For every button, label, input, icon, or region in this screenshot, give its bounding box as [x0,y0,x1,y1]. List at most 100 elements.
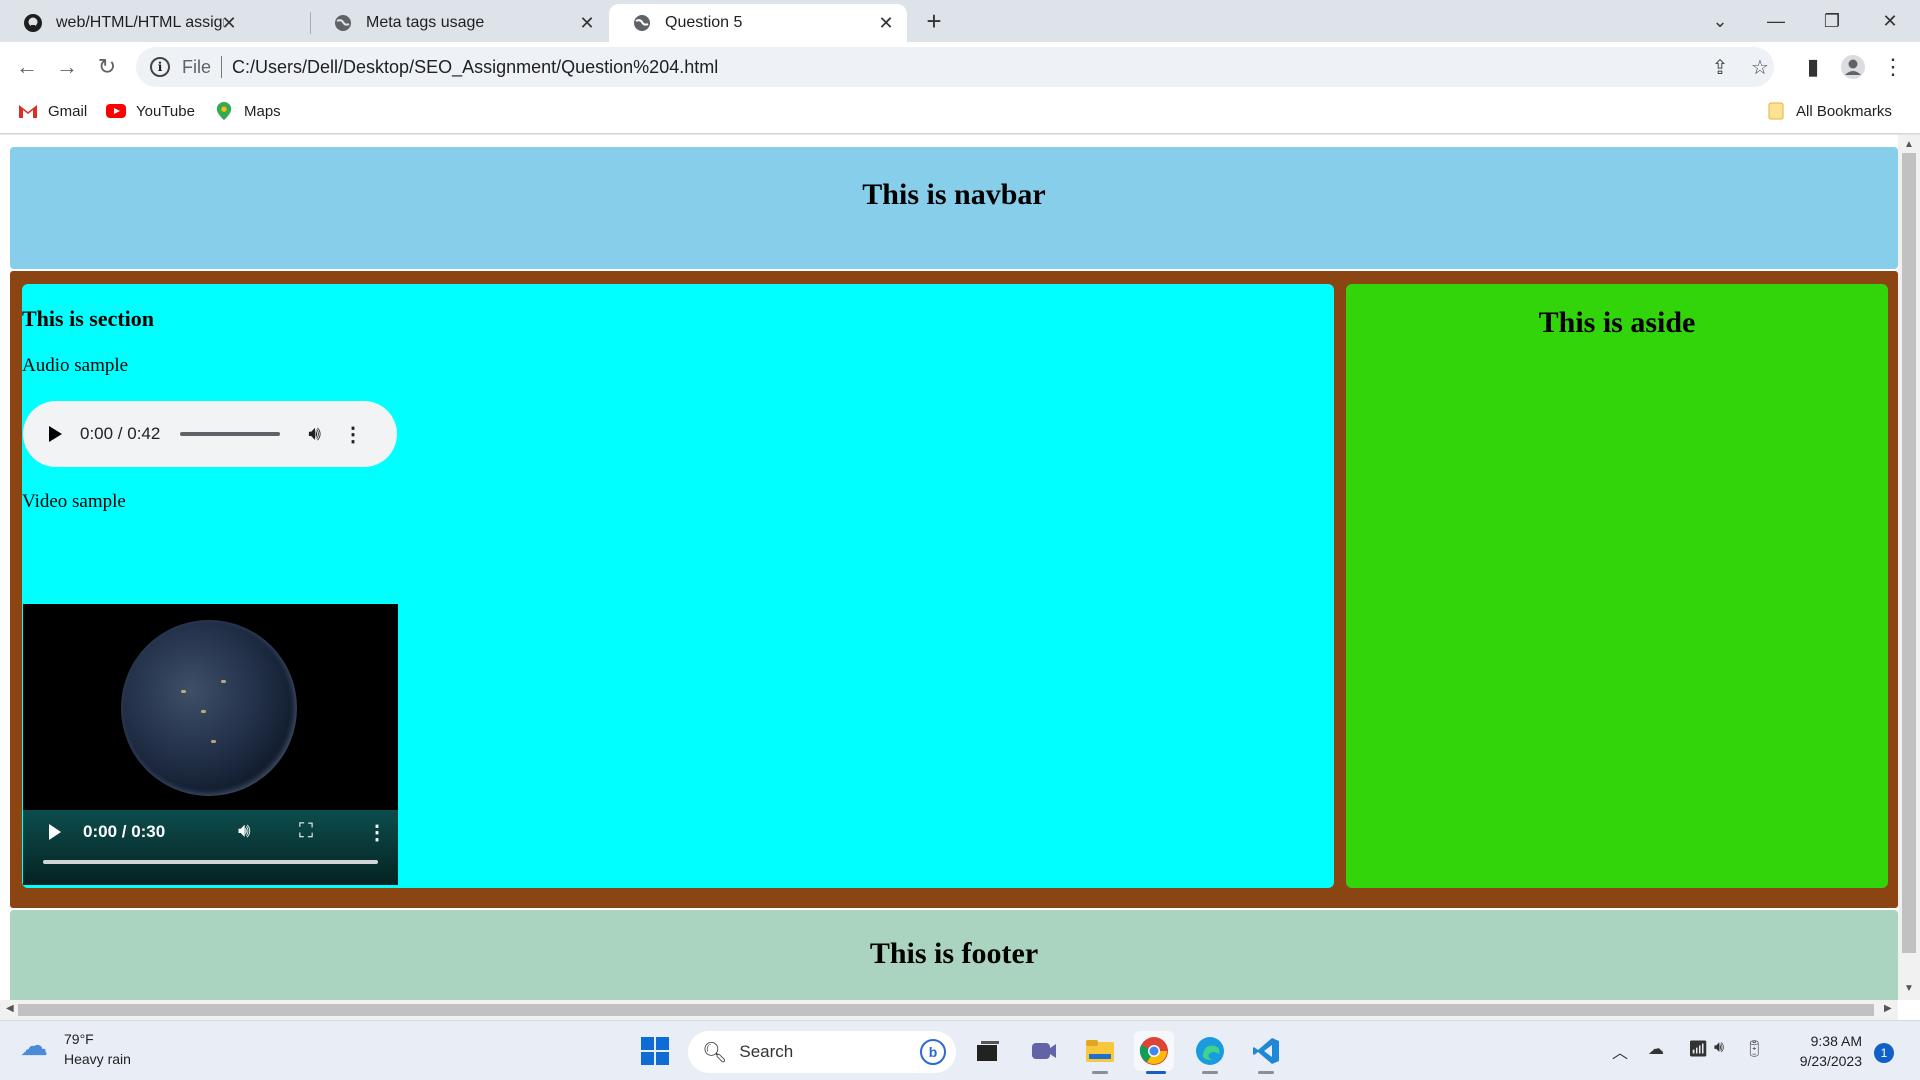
url-text[interactable]: C:/Users/Dell/Desktop/SEO_Assignment/Que… [232,57,718,78]
scroll-up-arrow[interactable]: ▲ [1904,139,1914,150]
side-panel-icon[interactable]: ▮ [1798,52,1828,82]
info-icon[interactable]: i [150,57,170,77]
address-bar[interactable]: i File C:/Users/Dell/Desktop/SEO_Assignm… [136,47,1774,87]
video-label: Video sample [22,491,126,512]
gmail-icon [19,105,37,118]
chrome-icon[interactable] [1134,1031,1174,1071]
city-lights [211,740,216,743]
page-viewport: This is navbar This is section Audio sam… [0,135,1920,1020]
video-player[interactable]: 0:00 / 0:30 🔊︎ ⛶ ⋮ [23,604,398,885]
system-clock[interactable]: 9:38 AM 9/23/2023 [1786,1031,1862,1071]
close-icon[interactable]: ✕ [576,12,598,34]
bookmark-youtube[interactable]: YouTube [106,102,195,120]
edge-icon[interactable] [1190,1031,1230,1071]
audio-seek-bar[interactable] [180,432,281,436]
bookmark-maps[interactable]: Maps [214,102,281,120]
city-lights [201,710,206,713]
aside: This is aside [1346,284,1888,888]
aside-heading: This is aside [1538,306,1696,339]
tab-strip: web/HTML/HTML assignments/M ✕ Meta tags … [0,0,1920,42]
restore-button[interactable]: ❐ [1804,4,1860,38]
city-lights [181,690,186,693]
vscode-icon[interactable] [1246,1031,1286,1071]
navbar: This is navbar [10,147,1898,269]
battery-icon[interactable]: 🔋︎ [1744,1039,1764,1059]
scroll-thumb[interactable] [18,1004,1874,1016]
maps-icon [216,102,232,120]
browser-toolbar: ← → ↻ i File C:/Users/Dell/Desktop/SEO_A… [0,42,1920,92]
active-indicator [1146,1071,1166,1074]
weather-condition: Heavy rain [64,1051,131,1067]
share-icon[interactable]: ⇪ [1708,56,1732,80]
weather-widget[interactable]: ☁︎ 79°F Heavy rain [20,1029,131,1069]
minimize-button[interactable]: — [1748,4,1804,38]
search-icon: 🔍︎ [702,1041,728,1064]
menu-kebab-icon[interactable]: ⋮ [1878,52,1908,82]
divider [221,56,223,78]
taskbar-search[interactable]: 🔍︎ Search b [688,1031,956,1073]
volume-icon[interactable]: 🔊︎ [1714,1039,1724,1057]
vertical-scrollbar[interactable]: ▲ ▼ [1898,135,1920,1000]
section: This is section Audio sample 0:00 / 0:42… [22,284,1334,888]
bookmark-gmail[interactable]: Gmail [18,102,87,120]
audio-time: 0:00 / 0:42 [80,424,161,443]
task-view-icon[interactable] [968,1031,1008,1071]
more-options-icon[interactable]: ⋮ [367,820,387,845]
audio-label: Audio sample [22,355,129,376]
fullscreen-icon[interactable]: ⛶ [299,820,313,843]
reload-button[interactable]: ↻ [92,52,122,82]
close-icon[interactable]: ✕ [218,12,240,34]
all-bookmarks-folder[interactable]: All Bookmarks [1766,102,1892,120]
main-container: This is section Audio sample 0:00 / 0:42… [10,271,1898,908]
profile-avatar-icon[interactable] [1838,52,1868,82]
teams-chat-icon[interactable] [1024,1031,1064,1071]
scroll-down-arrow[interactable]: ▼ [1904,983,1914,994]
bookmark-star-icon[interactable]: ☆ [1748,56,1772,80]
windows-taskbar: ☁︎ 79°F Heavy rain 🔍︎ Search b ︿ ☁︎ 📶︎ 🔊… [0,1020,1920,1080]
notification-badge[interactable]: 1 [1874,1043,1894,1063]
running-indicator [1202,1071,1218,1074]
folder-icon [1768,102,1784,120]
play-icon[interactable] [49,426,62,442]
volume-icon[interactable]: 🔊︎ [238,820,251,843]
running-indicator [1092,1071,1108,1074]
tab-question-5[interactable]: Question 5 ✕ [609,4,907,42]
play-icon[interactable] [49,824,61,840]
youtube-icon [106,104,126,118]
new-tab-button[interactable]: + [920,8,948,36]
file-explorer-icon[interactable] [1080,1031,1120,1071]
video-seek-bar[interactable] [43,860,378,864]
earth-video-frame [121,620,297,796]
clock-time: 9:38 AM [1810,1033,1862,1049]
globe-icon [631,12,653,34]
github-icon [22,12,44,34]
footer-heading: This is footer [869,937,1039,970]
chevron-up-icon[interactable]: ︿ [1612,1039,1628,1063]
tab-search-icon[interactable]: ⌄ [1692,4,1748,38]
windows-start-icon[interactable] [635,1031,675,1071]
close-window-button[interactable]: ✕ [1862,4,1918,38]
back-button[interactable]: ← [12,52,42,82]
city-lights [221,680,226,683]
wifi-icon[interactable]: 📶︎ [1688,1039,1708,1059]
volume-icon[interactable]: 🔊︎ [308,423,321,446]
bookmarks-bar: Gmail YouTube Maps All Bookmarks [0,92,1920,134]
scroll-left-arrow[interactable]: ◀ [6,1003,14,1014]
rain-cloud-icon: ☁︎ [20,1030,48,1061]
globe-icon [332,12,354,34]
forward-button[interactable]: → [52,52,82,82]
more-options-icon[interactable]: ⋮ [343,422,363,447]
onedrive-offline-icon[interactable]: ☁︎ [1648,1039,1664,1059]
horizontal-scrollbar[interactable]: ◀ ▶ [0,1000,1898,1020]
bing-icon[interactable]: b [920,1039,946,1065]
scroll-right-arrow[interactable]: ▶ [1884,1003,1892,1014]
weather-temp: 79°F [64,1031,94,1047]
clock-date: 9/23/2023 [1799,1053,1862,1069]
close-icon[interactable]: ✕ [875,12,897,34]
audio-player[interactable]: 0:00 / 0:42 🔊︎ ⋮ [23,401,397,467]
running-indicator [1258,1071,1274,1074]
section-heading: This is section [22,306,155,331]
scroll-thumb[interactable] [1902,153,1916,953]
tab-github[interactable]: web/HTML/HTML assignments/M ✕ [0,4,250,42]
tab-meta-tags[interactable]: Meta tags usage ✕ [310,4,608,42]
